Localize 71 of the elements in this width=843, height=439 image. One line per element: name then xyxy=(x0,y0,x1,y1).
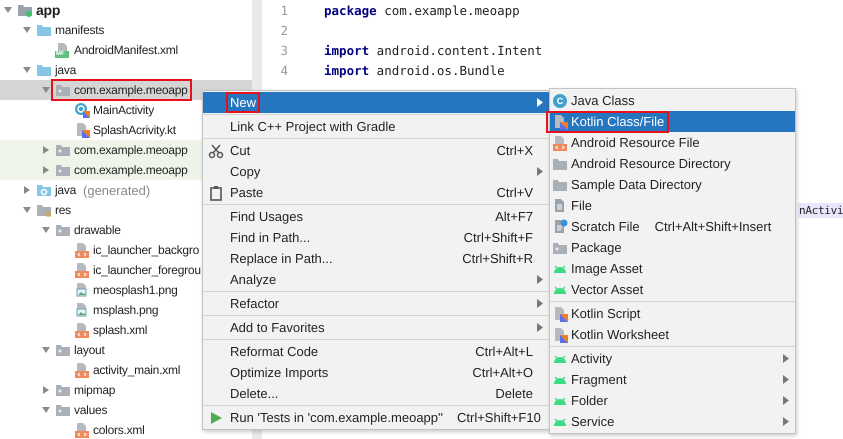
shortcut-label: Ctrl+Alt+O xyxy=(472,365,533,380)
tree-note: (generated) xyxy=(83,182,150,198)
code-line: import android.content.Intent xyxy=(324,42,542,58)
menu-label: Paste xyxy=(229,184,264,201)
menu-label: Optimize Imports xyxy=(229,364,330,381)
tree-label: com.example.meoapp xyxy=(74,83,188,97)
highlighted-code: nActivi xyxy=(798,202,843,218)
menu-label: Kotlin Script xyxy=(571,306,640,321)
menu-label: Delete... xyxy=(229,385,280,402)
code-line: import android.os.Bundle xyxy=(324,62,505,78)
tree-label: AndroidManifest.xml xyxy=(74,43,178,57)
menu-label: Service xyxy=(571,414,614,429)
menu-label: File xyxy=(571,198,592,213)
menu-label: Refactor xyxy=(229,295,280,312)
code-line: package com.example.meoapp xyxy=(324,2,520,18)
tree-label: meosplash1.png xyxy=(93,283,178,297)
menu-label: Folder xyxy=(571,393,608,408)
menu-label: Kotlin Worksheet xyxy=(571,327,670,342)
menu-label: Android Resource File xyxy=(571,135,700,150)
shortcut-label: Alt+F7 xyxy=(495,209,533,224)
tree-label: MainActivity xyxy=(93,103,154,117)
menu-label: Find Usages xyxy=(229,208,304,225)
menu-label: Scratch File xyxy=(571,219,640,234)
menu-label: Add to Favorites xyxy=(229,319,326,336)
menu-label: Find in Path... xyxy=(229,229,312,246)
menu-label: Run 'Tests in 'com.example.meoapp'' xyxy=(229,409,444,426)
menu-label: Replace in Path... xyxy=(229,250,334,267)
tree-label: app xyxy=(36,2,60,18)
tree-label: SplashAcrivity.kt xyxy=(93,123,176,137)
menu-label: Package xyxy=(571,240,622,255)
tree-label: java xyxy=(55,183,76,197)
menu-label: Vector Asset xyxy=(571,282,644,297)
tree-label: activity_main.xml xyxy=(93,363,180,377)
tree-label: java xyxy=(55,63,76,77)
shortcut-label: Ctrl+Shift+F xyxy=(464,230,533,245)
menu-label: Java Class xyxy=(571,93,635,108)
menu-label: Activity xyxy=(571,351,612,366)
tree-label: com.example.meoapp xyxy=(74,163,188,177)
line-number: 2 xyxy=(279,22,288,38)
tree-label: drawable xyxy=(74,223,121,237)
menu-label: Reformat Code xyxy=(229,343,320,360)
shortcut-label: Ctrl+Shift+R xyxy=(462,251,533,266)
menu-label: Link C++ Project with Gradle xyxy=(229,118,396,135)
menu-label: Android Resource Directory xyxy=(571,156,731,171)
tree-label: layout xyxy=(74,343,105,357)
shortcut-label: Ctrl+V xyxy=(496,185,533,200)
shortcut-label: Ctrl+Alt+L xyxy=(475,344,533,359)
menu-label: Fragment xyxy=(571,372,627,387)
shortcut-label: Ctrl+Alt+Shift+Insert xyxy=(654,219,772,234)
tree-label: colors.xml xyxy=(93,423,145,437)
shortcut-label: Ctrl+Shift+F10 xyxy=(456,410,541,425)
tree-label: ic_launcher_foregrou xyxy=(93,263,201,277)
tree-label: splash.xml xyxy=(93,323,148,337)
line-number: 1 xyxy=(279,2,288,18)
menu-label: Image Asset xyxy=(571,261,643,276)
menu-label: Kotlin Class/File xyxy=(571,114,664,129)
menu-label: Analyze xyxy=(229,271,278,288)
tree-label: mipmap xyxy=(74,383,116,397)
tree-label: msplash.png xyxy=(93,303,158,317)
tree-label: com.example.meoapp xyxy=(74,143,188,157)
tree-label: manifests xyxy=(55,23,104,37)
line-number: 3 xyxy=(279,42,288,58)
tree-label: res xyxy=(55,203,71,217)
line-number: 4 xyxy=(279,62,288,78)
tree-label: ic_launcher_backgro xyxy=(93,243,199,257)
menu-label: Sample Data Directory xyxy=(571,177,702,192)
tree-label: values xyxy=(74,403,108,417)
java-class-icon: C xyxy=(552,92,568,108)
shortcut-label: Ctrl+X xyxy=(496,143,533,158)
shortcut-label: Delete xyxy=(495,386,533,401)
menu-label: Cut xyxy=(229,142,252,159)
